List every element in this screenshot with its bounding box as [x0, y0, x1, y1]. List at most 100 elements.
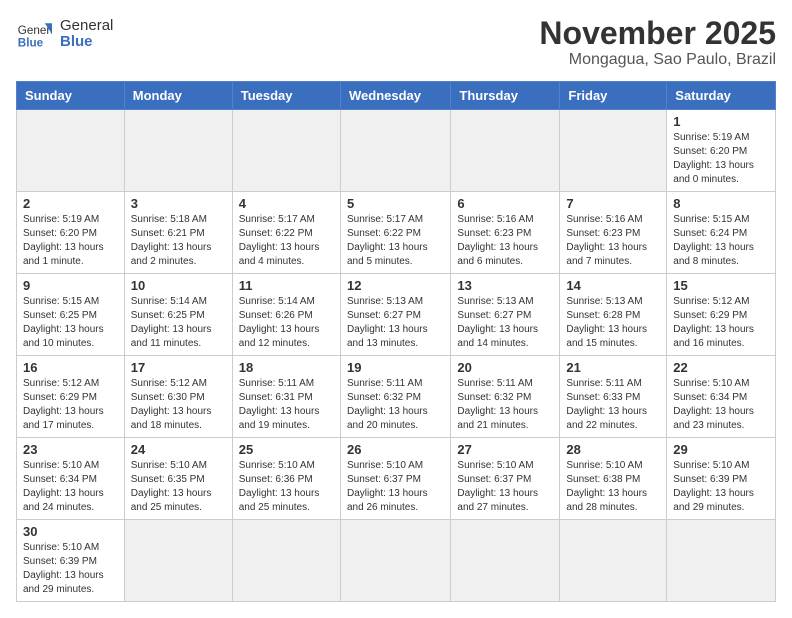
day-info: Sunrise: 5:11 AM Sunset: 6:32 PM Dayligh…: [457, 377, 553, 433]
calendar-cell: 29 Sunrise: 5:10 AM Sunset: 6:39 PM Dayli…: [667, 438, 776, 520]
location-title: Mongagua, Sao Paulo, Brazil: [539, 51, 776, 69]
day-info: Sunrise: 5:16 AM Sunset: 6:23 PM Dayligh…: [457, 213, 553, 269]
calendar-table: SundayMondayTuesdayWednesdayThursdayFrid…: [16, 81, 776, 602]
day-number: 16: [23, 360, 118, 375]
calendar-cell: [451, 520, 560, 602]
calendar-week-3: 9 Sunrise: 5:15 AM Sunset: 6:25 PM Daylig…: [17, 274, 776, 356]
day-number: 8: [673, 196, 769, 211]
calendar-cell: [340, 520, 450, 602]
month-title: November 2025: [539, 16, 776, 51]
calendar-cell: [124, 520, 232, 602]
calendar-cell: 13 Sunrise: 5:13 AM Sunset: 6:27 PM Dayli…: [451, 274, 560, 356]
day-number: 1: [673, 114, 769, 129]
calendar-cell: [124, 110, 232, 192]
day-number: 27: [457, 442, 553, 457]
title-section: November 2025 Mongagua, Sao Paulo, Brazi…: [539, 16, 776, 69]
day-info: Sunrise: 5:16 AM Sunset: 6:23 PM Dayligh…: [566, 213, 660, 269]
calendar-cell: 9 Sunrise: 5:15 AM Sunset: 6:25 PM Daylig…: [17, 274, 125, 356]
calendar-cell: 20Sunrise: 5:11 AM Sunset: 6:32 PM Dayli…: [451, 356, 560, 438]
calendar-cell: 6 Sunrise: 5:16 AM Sunset: 6:23 PM Daylig…: [451, 192, 560, 274]
day-number: 17: [131, 360, 226, 375]
day-number: 29: [673, 442, 769, 457]
calendar-cell: 28Sunrise: 5:10 AM Sunset: 6:38 PM Dayli…: [560, 438, 667, 520]
day-number: 12: [347, 278, 444, 293]
day-number: 24: [131, 442, 226, 457]
day-number: 15: [673, 278, 769, 293]
calendar-cell: 18Sunrise: 5:11 AM Sunset: 6:31 PM Dayli…: [232, 356, 340, 438]
day-number: 25: [239, 442, 334, 457]
day-info: Sunrise: 5:13 AM Sunset: 6:28 PM Dayligh…: [566, 295, 660, 351]
day-info: Sunrise: 5:12 AM Sunset: 6:29 PM Dayligh…: [673, 295, 769, 351]
day-number: 2: [23, 196, 118, 211]
calendar-cell: 22Sunrise: 5:10 AM Sunset: 6:34 PM Dayli…: [667, 356, 776, 438]
day-number: 6: [457, 196, 553, 211]
calendar-cell: 16 Sunrise: 5:12 AM Sunset: 6:29 PM Dayli…: [17, 356, 125, 438]
day-number: 3: [131, 196, 226, 211]
day-info: Sunrise: 5:15 AM Sunset: 6:25 PM Dayligh…: [23, 295, 118, 351]
day-info: Sunrise: 5:17 AM Sunset: 6:22 PM Dayligh…: [239, 213, 334, 269]
calendar-week-5: 23Sunrise: 5:10 AM Sunset: 6:34 PM Dayli…: [17, 438, 776, 520]
calendar-cell: 7 Sunrise: 5:16 AM Sunset: 6:23 PM Daylig…: [560, 192, 667, 274]
day-header-tuesday: Tuesday: [232, 82, 340, 110]
day-info: Sunrise: 5:12 AM Sunset: 6:29 PM Dayligh…: [23, 377, 118, 433]
calendar-cell: 23Sunrise: 5:10 AM Sunset: 6:34 PM Dayli…: [17, 438, 125, 520]
page-header: General Blue General Blue November 2025 …: [16, 16, 776, 69]
day-header-monday: Monday: [124, 82, 232, 110]
logo: General Blue General Blue: [16, 16, 113, 52]
day-number: 14: [566, 278, 660, 293]
day-info: Sunrise: 5:15 AM Sunset: 6:24 PM Dayligh…: [673, 213, 769, 269]
calendar-cell: [17, 110, 125, 192]
day-info: Sunrise: 5:13 AM Sunset: 6:27 PM Dayligh…: [347, 295, 444, 351]
calendar-cell: 24 Sunrise: 5:10 AM Sunset: 6:35 PM Dayli…: [124, 438, 232, 520]
day-number: 21: [566, 360, 660, 375]
calendar-cell: 14 Sunrise: 5:13 AM Sunset: 6:28 PM Dayli…: [560, 274, 667, 356]
day-info: Sunrise: 5:14 AM Sunset: 6:26 PM Dayligh…: [239, 295, 334, 351]
day-header-saturday: Saturday: [667, 82, 776, 110]
day-info: Sunrise: 5:10 AM Sunset: 6:39 PM Dayligh…: [23, 541, 118, 597]
day-number: 4: [239, 196, 334, 211]
day-number: 26: [347, 442, 444, 457]
logo-general-text: General: [60, 18, 113, 35]
day-info: Sunrise: 5:19 AM Sunset: 6:20 PM Dayligh…: [673, 131, 769, 187]
calendar-cell: 21 Sunrise: 5:11 AM Sunset: 6:33 PM Dayli…: [560, 356, 667, 438]
calendar-cell: 10Sunrise: 5:14 AM Sunset: 6:25 PM Dayli…: [124, 274, 232, 356]
day-number: 7: [566, 196, 660, 211]
calendar-cell: 17 Sunrise: 5:12 AM Sunset: 6:30 PM Dayli…: [124, 356, 232, 438]
calendar-cell: [667, 520, 776, 602]
day-info: Sunrise: 5:11 AM Sunset: 6:33 PM Dayligh…: [566, 377, 660, 433]
day-info: Sunrise: 5:18 AM Sunset: 6:21 PM Dayligh…: [131, 213, 226, 269]
calendar-cell: 25Sunrise: 5:10 AM Sunset: 6:36 PM Dayli…: [232, 438, 340, 520]
day-header-wednesday: Wednesday: [340, 82, 450, 110]
day-info: Sunrise: 5:17 AM Sunset: 6:22 PM Dayligh…: [347, 213, 444, 269]
day-info: Sunrise: 5:19 AM Sunset: 6:20 PM Dayligh…: [23, 213, 118, 269]
calendar-header-row: SundayMondayTuesdayWednesdayThursdayFrid…: [17, 82, 776, 110]
day-info: Sunrise: 5:10 AM Sunset: 6:39 PM Dayligh…: [673, 459, 769, 515]
day-info: Sunrise: 5:10 AM Sunset: 6:37 PM Dayligh…: [347, 459, 444, 515]
calendar-cell: 5 Sunrise: 5:17 AM Sunset: 6:22 PM Daylig…: [340, 192, 450, 274]
day-info: Sunrise: 5:11 AM Sunset: 6:31 PM Dayligh…: [239, 377, 334, 433]
day-number: 13: [457, 278, 553, 293]
calendar-cell: 12 Sunrise: 5:13 AM Sunset: 6:27 PM Dayli…: [340, 274, 450, 356]
calendar-cell: 15 Sunrise: 5:12 AM Sunset: 6:29 PM Dayli…: [667, 274, 776, 356]
day-number: 22: [673, 360, 769, 375]
day-number: 10: [131, 278, 226, 293]
day-info: Sunrise: 5:12 AM Sunset: 6:30 PM Dayligh…: [131, 377, 226, 433]
day-number: 9: [23, 278, 118, 293]
calendar-cell: 1 Sunrise: 5:19 AM Sunset: 6:20 PM Daylig…: [667, 110, 776, 192]
calendar-week-6: 30Sunrise: 5:10 AM Sunset: 6:39 PM Dayli…: [17, 520, 776, 602]
day-header-friday: Friday: [560, 82, 667, 110]
calendar-cell: [560, 520, 667, 602]
day-info: Sunrise: 5:10 AM Sunset: 6:35 PM Dayligh…: [131, 459, 226, 515]
logo-icon: General Blue: [16, 16, 52, 52]
calendar-cell: [232, 520, 340, 602]
logo-blue-text: Blue: [60, 34, 113, 51]
calendar-cell: [451, 110, 560, 192]
calendar-cell: 4 Sunrise: 5:17 AM Sunset: 6:22 PM Daylig…: [232, 192, 340, 274]
day-info: Sunrise: 5:10 AM Sunset: 6:34 PM Dayligh…: [23, 459, 118, 515]
calendar-cell: 26 Sunrise: 5:10 AM Sunset: 6:37 PM Dayli…: [340, 438, 450, 520]
calendar-cell: 8 Sunrise: 5:15 AM Sunset: 6:24 PM Daylig…: [667, 192, 776, 274]
day-number: 28: [566, 442, 660, 457]
day-number: 5: [347, 196, 444, 211]
calendar-cell: [340, 110, 450, 192]
day-info: Sunrise: 5:13 AM Sunset: 6:27 PM Dayligh…: [457, 295, 553, 351]
